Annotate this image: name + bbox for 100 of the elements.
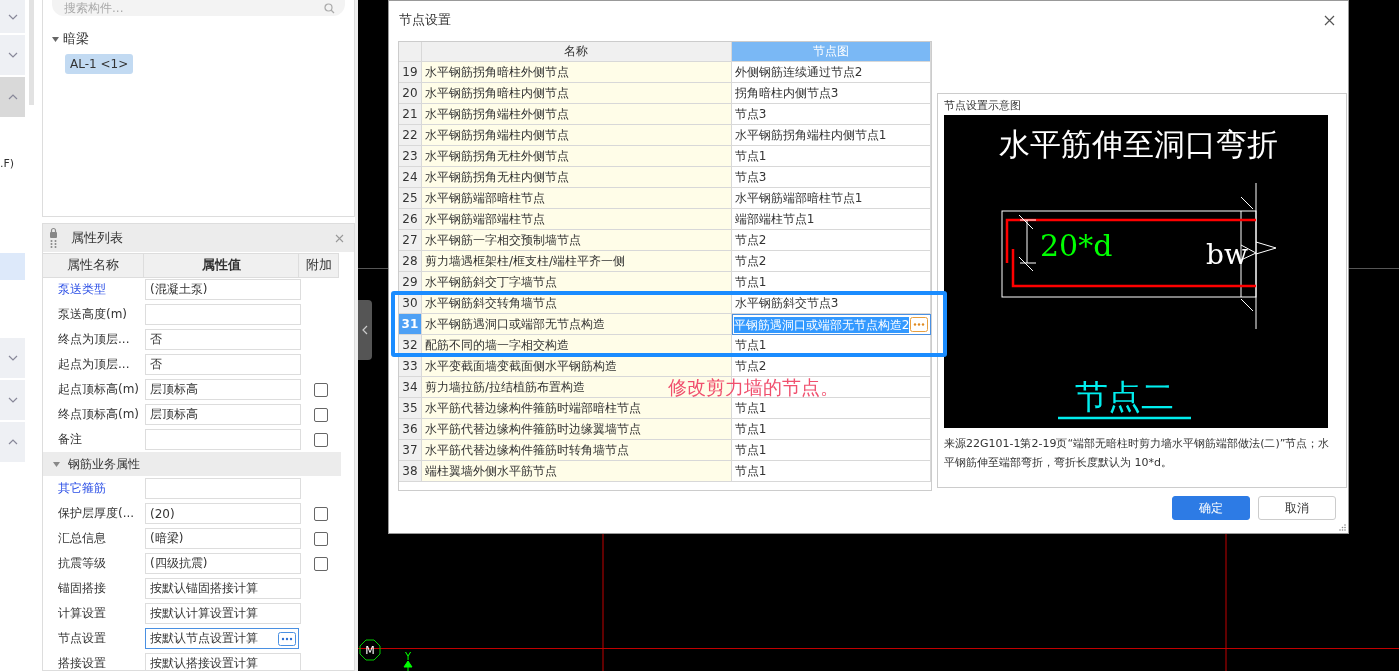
table-cell: 水平钢筋拐角端柱内侧节点1: [731, 125, 931, 146]
row-number[interactable]: 19: [399, 62, 422, 83]
row-number[interactable]: 21: [399, 104, 422, 125]
table-cell: 节点2: [731, 356, 931, 377]
property-name: 计算设置: [57, 605, 107, 622]
property-name: 锚固搭接: [57, 580, 107, 597]
property-field[interactable]: 否: [145, 354, 301, 375]
checkbox[interactable]: [314, 382, 328, 397]
property-field[interactable]: 否: [145, 329, 301, 350]
checkbox[interactable]: [314, 506, 328, 521]
cancel-button[interactable]: 取消: [1258, 496, 1336, 520]
group-header[interactable]: 钢筋业务属性: [43, 452, 341, 476]
property-field[interactable]: [145, 429, 301, 450]
collapse-tab[interactable]: [0, 0, 25, 33]
table-cell: 水平钢筋拐角无柱内侧节点: [421, 167, 732, 188]
tree-item[interactable]: 暗梁: [63, 30, 89, 48]
property-field[interactable]: (混凝土泵): [145, 279, 301, 300]
row-number[interactable]: 25: [399, 188, 422, 209]
lock-icon[interactable]: [49, 227, 58, 249]
expand-triangle-icon[interactable]: [53, 461, 60, 467]
row-number[interactable]: 38: [399, 461, 422, 482]
confirm-button[interactable]: 确定: [1172, 496, 1250, 520]
expand-tab[interactable]: [0, 422, 25, 462]
more-icon[interactable]: [278, 631, 296, 646]
expand-triangle-icon[interactable]: [52, 36, 59, 42]
property-field[interactable]: (20): [145, 503, 301, 524]
table-cell: 端部端柱节点1: [731, 209, 931, 230]
chevron-up-icon: [7, 94, 18, 100]
checkbox[interactable]: [314, 531, 328, 546]
field-value: 按默认节点设置计算: [150, 630, 258, 647]
property-field[interactable]: [145, 478, 301, 499]
more-icon[interactable]: [910, 317, 928, 332]
table-cell: 节点3: [731, 104, 931, 125]
annotation-text: 修改剪力墙的节点。: [668, 378, 839, 397]
y-axis-arrow: [403, 660, 413, 671]
table-cell: 水平筋代替边缘构件箍筋时转角墙节点: [421, 440, 732, 461]
property-link[interactable]: 其它箍筋: [43, 480, 144, 497]
chevron-down-icon: [7, 52, 18, 58]
chevron-up-icon: [7, 439, 18, 445]
expand-tab[interactable]: [0, 77, 25, 117]
table-cell: 节点1: [731, 146, 931, 167]
property-field[interactable]: 层顶标高: [145, 379, 301, 400]
table-cell: 节点1: [731, 419, 931, 440]
table-cell: 水平变截面墙变截面侧水平钢筋构造: [421, 356, 732, 377]
column-header: 附加: [299, 252, 339, 278]
preview-label: 节点设置示意图: [944, 98, 1022, 112]
search-field[interactable]: 搜索构件...: [52, 0, 345, 16]
table-cell: 水平筋代替边缘构件箍筋时边缘翼墙节点: [421, 419, 732, 440]
tree-item[interactable]: AL-1 <1>: [65, 54, 134, 74]
column-header[interactable]: 名称: [421, 42, 732, 62]
row-number[interactable]: 36: [399, 419, 422, 440]
property-field[interactable]: (四级抗震): [145, 553, 301, 574]
row-number[interactable]: 24: [399, 167, 422, 188]
property-field[interactable]: 按默认节点设置计算: [145, 628, 299, 649]
row-number[interactable]: 30: [399, 293, 422, 314]
row-number[interactable]: 27: [399, 230, 422, 251]
row-number[interactable]: 22: [399, 125, 422, 146]
table-cell: 水平钢筋拐角暗柱内侧节点: [421, 83, 732, 104]
property-field[interactable]: 按默认计算设置计算: [145, 603, 301, 624]
row-number[interactable]: 37: [399, 440, 422, 461]
row-number[interactable]: 33: [399, 356, 422, 377]
row-number[interactable]: 34: [399, 377, 422, 398]
row-number[interactable]: 29: [399, 272, 422, 293]
checkbox[interactable]: [314, 432, 328, 447]
property-name: 抗震等级: [57, 555, 107, 572]
scrollbar-thumb[interactable]: [29, 0, 34, 105]
collapse-tab[interactable]: [0, 380, 25, 420]
table-cell: 外侧钢筋连续通过节点2: [731, 62, 931, 83]
property-name: 汇总信息: [57, 530, 107, 547]
checkbox[interactable]: [314, 556, 328, 571]
group-label: 钢筋业务属性: [68, 455, 140, 473]
collapse-handle[interactable]: [358, 300, 372, 360]
close-icon[interactable]: [1324, 14, 1335, 26]
selected-text: 平钢筋遇洞口或端部无节点构造2: [733, 316, 910, 333]
property-field[interactable]: 按默认锚固搭接计算: [145, 578, 301, 599]
property-field[interactable]: 层顶标高: [145, 404, 301, 425]
row-number[interactable]: 35: [399, 398, 422, 419]
row-number[interactable]: 26: [399, 209, 422, 230]
chevron-left-icon: [362, 325, 368, 335]
checkbox[interactable]: [314, 407, 328, 422]
table-cell: 水平筋代替边缘构件箍筋时端部暗柱节点: [421, 398, 732, 419]
table-cell: 水平钢筋拐角无柱外侧节点: [421, 146, 732, 167]
property-field[interactable]: 按默认搭接设置计算: [145, 653, 301, 670]
property-link[interactable]: 泵送类型: [43, 281, 144, 298]
table-cell: 水平钢筋拐角端柱内侧节点: [421, 125, 732, 146]
resize-grip-icon[interactable]: [1339, 524, 1346, 531]
property-name: 节点设置: [57, 630, 107, 647]
diagram-title: 水平筋伸至洞口弯折: [998, 126, 1278, 162]
row-number[interactable]: 20: [399, 83, 422, 104]
property-field[interactable]: [145, 304, 301, 325]
collapse-tab[interactable]: [0, 338, 25, 378]
collapse-tab[interactable]: [0, 35, 25, 75]
table-cell: 节点1: [731, 398, 931, 419]
table-cell: 节点1: [731, 440, 931, 461]
row-number[interactable]: 28: [399, 251, 422, 272]
property-name: 终点顶标高(m): [57, 406, 141, 423]
search-icon: [324, 3, 335, 14]
table-cell: 节点1: [731, 461, 931, 482]
property-field[interactable]: (暗梁): [145, 528, 301, 549]
row-number[interactable]: 23: [399, 146, 422, 167]
